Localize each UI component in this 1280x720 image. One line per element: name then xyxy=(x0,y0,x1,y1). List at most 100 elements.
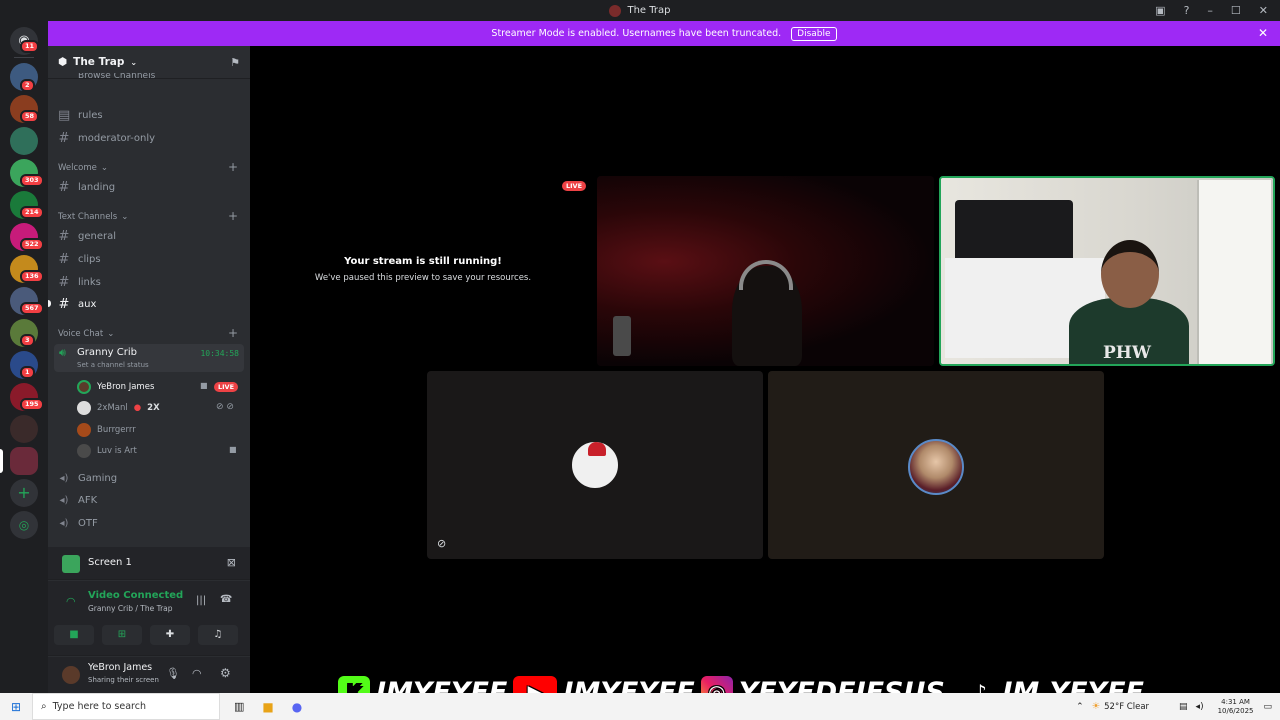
help-icon[interactable]: ? xyxy=(1184,4,1190,17)
unread-dot xyxy=(48,300,51,307)
channel-moderator-only[interactable]: # moderator-only xyxy=(58,129,156,147)
avatar[interactable] xyxy=(62,666,80,684)
voice-user[interactable]: Burrgerrr xyxy=(77,422,136,438)
activity-button[interactable]: ✚ xyxy=(150,625,190,645)
participant-tile[interactable] xyxy=(768,371,1104,559)
channel-clips[interactable]: # clips xyxy=(58,250,101,268)
share-screen-button[interactable]: ⊞ xyxy=(102,625,142,645)
file-explorer-icon[interactable]: ■ xyxy=(262,700,273,714)
server-icon[interactable] xyxy=(10,415,38,443)
tray-chevron-icon[interactable]: ⌃ xyxy=(1076,702,1084,712)
category-label: Text Channels xyxy=(58,212,118,222)
paused-subtitle: We've paused this preview to save your r… xyxy=(314,273,532,283)
participant-tile[interactable]: ⊘ xyxy=(427,371,763,559)
server-name: The Trap xyxy=(73,56,125,68)
stop-share-icon[interactable]: ⊠ xyxy=(227,556,236,569)
voice-user-name: 2xManl xyxy=(97,403,128,413)
close-icon[interactable]: ✕ xyxy=(1258,26,1268,40)
channel-general[interactable]: # general xyxy=(58,227,116,245)
voice-user[interactable]: Luv is Art xyxy=(77,443,137,459)
channel-label: general xyxy=(78,230,117,242)
taskbar-search[interactable]: ⌕ Type here to search xyxy=(32,693,220,720)
muted-icon: ⊘ xyxy=(437,537,447,550)
channel-label: aux xyxy=(78,298,97,310)
muted-icon: ⊘ ⊘ xyxy=(216,402,234,412)
voice-channel-afk[interactable]: ◂) AFK xyxy=(58,491,98,509)
voice-user[interactable]: 2xManl ● 2X xyxy=(77,400,160,416)
unread-badge: 11 xyxy=(20,40,40,53)
channel-links[interactable]: # links xyxy=(58,273,101,291)
disable-button[interactable]: Disable xyxy=(791,26,837,41)
clock[interactable]: 4:31 AM 10/6/2025 xyxy=(1218,698,1254,716)
discover-icon[interactable]: ◎ xyxy=(10,511,38,539)
channel-landing[interactable]: # landing xyxy=(58,178,116,196)
hash-icon: # xyxy=(58,274,70,290)
category-label: Voice Chat xyxy=(58,329,104,339)
add-channel-icon[interactable]: + xyxy=(228,326,238,340)
category-text-channels[interactable]: Text Channels ⌄ xyxy=(58,212,128,222)
server-icon[interactable] xyxy=(10,447,38,475)
chevron-down-icon: ⌄ xyxy=(130,57,138,67)
add-channel-icon[interactable]: + xyxy=(228,209,238,223)
add-server-icon[interactable]: + xyxy=(10,479,38,507)
notification-icon[interactable]: ▭ xyxy=(1263,702,1272,712)
disconnect-icon[interactable]: ☎ xyxy=(220,594,232,605)
maximize-button[interactable]: ☐ xyxy=(1231,4,1241,17)
camera-button[interactable]: ■ xyxy=(54,625,94,645)
voice-status[interactable]: Video Connected xyxy=(88,590,183,601)
category-welcome[interactable]: Welcome ⌄ xyxy=(58,163,108,173)
category-voice-chat[interactable]: Voice Chat ⌄ xyxy=(58,329,114,339)
voice-user-tag: 2X xyxy=(147,403,160,413)
window-title: The Trap xyxy=(627,5,671,16)
speaker-icon: ◂) xyxy=(59,472,69,484)
channel-timer: 10:34:58 xyxy=(200,349,239,358)
voice-channel-otf[interactable]: ◂) OTF xyxy=(58,514,98,532)
avatar xyxy=(569,439,621,491)
separator xyxy=(14,57,34,58)
soundboard-button[interactable]: ♫ xyxy=(198,625,238,645)
channel-status[interactable]: Set a channel status xyxy=(77,361,149,369)
voice-location[interactable]: Granny Crib / The Trap xyxy=(88,604,173,613)
person-head xyxy=(1101,240,1159,308)
headset-icon[interactable]: ◠ xyxy=(192,667,202,680)
unread-badge: 2 xyxy=(20,79,35,92)
channel-aux[interactable]: # aux xyxy=(58,295,97,313)
mic-icon[interactable]: 🎙︎ xyxy=(166,667,180,680)
weather-text[interactable]: 52°F Clear xyxy=(1104,702,1149,712)
stream-tile-dark[interactable] xyxy=(597,176,934,366)
network-icon[interactable]: ▤ xyxy=(1179,702,1188,712)
channel-rules[interactable]: ▤ rules xyxy=(58,106,103,124)
close-window-button[interactable]: ✕ xyxy=(1259,4,1268,17)
unread-badge: 1 xyxy=(20,366,35,379)
category-label: Welcome xyxy=(58,163,97,173)
add-channel-icon[interactable]: + xyxy=(228,160,238,174)
app-icon[interactable]: ● xyxy=(292,700,302,714)
voice-user-name: YeBron James xyxy=(97,382,155,392)
camera-icon: ■ xyxy=(200,381,208,390)
channel-label: landing xyxy=(78,181,116,193)
volume-icon[interactable]: ◂) xyxy=(1196,702,1204,712)
inbox-icon[interactable]: ▣ xyxy=(1155,4,1165,17)
user-name[interactable]: YeBron James xyxy=(88,662,152,673)
clock-time: 4:31 AM xyxy=(1221,697,1250,706)
stream-tile-webcam[interactable]: PHW xyxy=(939,176,1275,366)
task-view-icon[interactable]: ▥ xyxy=(234,700,244,713)
channel-label: links xyxy=(78,276,101,288)
minimize-button[interactable]: – xyxy=(1207,4,1213,17)
channel-label: Granny Crib xyxy=(77,347,137,358)
invite-icon[interactable]: ⚑ xyxy=(230,56,240,69)
browse-channels-cut[interactable]: Browse Channels xyxy=(78,73,155,81)
noise-icon[interactable]: ||| xyxy=(196,595,206,606)
windows-start-icon[interactable]: ⊞ xyxy=(0,700,32,714)
voice-channel-granny-crib[interactable]: 🔊︎ Granny Crib 10:34:58 Set a channel st… xyxy=(54,344,244,372)
chevron-down-icon: ⌄ xyxy=(121,212,129,222)
gear-icon[interactable]: ⚙ xyxy=(220,666,231,680)
shirt-text: PHW xyxy=(1103,343,1151,363)
avatar xyxy=(77,380,91,394)
server-icon[interactable] xyxy=(10,127,38,155)
voice-status-panel: ◠ Video Connected Granny Crib / The Trap… xyxy=(48,581,250,656)
voice-user[interactable]: YeBron James xyxy=(77,379,154,395)
voice-channel-gaming[interactable]: ◂) Gaming xyxy=(58,469,118,487)
search-icon: ⌕ xyxy=(41,701,47,712)
live-badge: LIVE xyxy=(562,181,587,191)
